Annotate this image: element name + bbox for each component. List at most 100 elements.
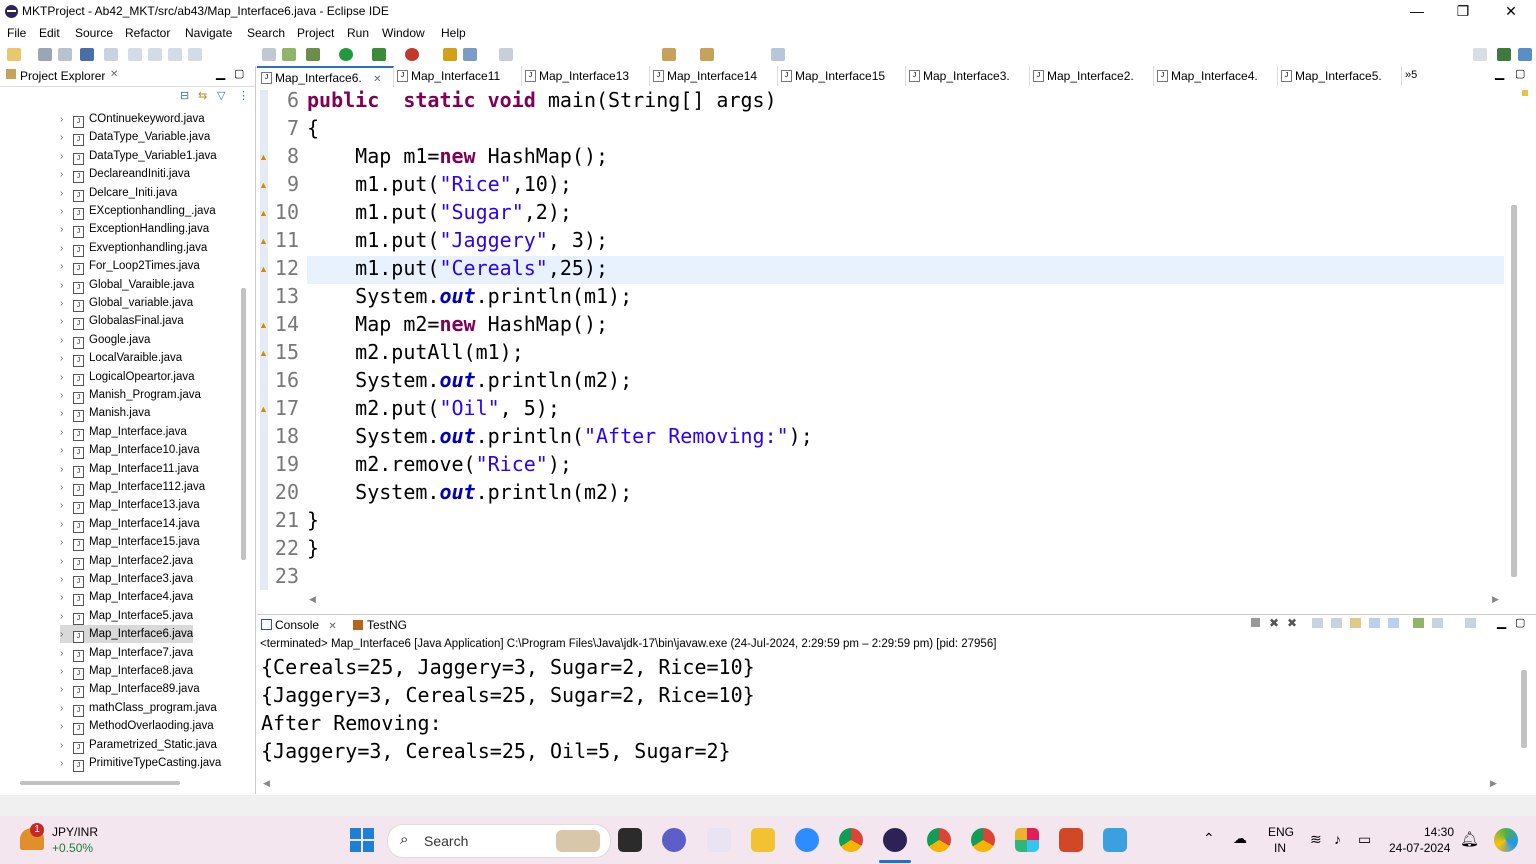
tree-item[interactable]: › J Map_Interface10.java: [60, 441, 200, 460]
chevron-right-icon[interactable]: ›: [60, 129, 70, 147]
minimize-console-icon[interactable]: ▁: [1497, 615, 1506, 629]
external-tools-icon[interactable]: [405, 48, 419, 61]
eclipse-icon[interactable]: [883, 828, 907, 852]
chevron-right-icon[interactable]: ›: [60, 166, 70, 184]
menu-help[interactable]: Help: [441, 26, 466, 40]
tree-item[interactable]: › J ExceptionHandling.java: [60, 220, 209, 239]
tree-item[interactable]: › J Map_Interface14.java: [60, 515, 200, 533]
menu-refactor[interactable]: Refactor: [125, 26, 170, 40]
tree-item[interactable]: › J Map_Interface13.java: [60, 496, 200, 515]
tree-item[interactable]: › J Manish_Program.java: [60, 386, 201, 404]
tree-item[interactable]: › J Map_Interface8.java: [60, 662, 193, 680]
chevron-right-icon[interactable]: ›: [60, 718, 70, 736]
powerpoint-icon[interactable]: [1059, 828, 1083, 852]
tree-item[interactable]: › J Google.java: [60, 331, 150, 349]
tab-map-interface14[interactable]: Map_Interface14: [649, 66, 778, 86]
warning-icon[interactable]: ▲: [259, 348, 268, 358]
minimize-button[interactable]: —: [1394, 0, 1440, 23]
open-type-icon[interactable]: [282, 48, 296, 61]
code-line[interactable]: m2.remove("Rice");: [307, 452, 572, 476]
clock-date[interactable]: 24-07-2024: [1389, 841, 1450, 855]
pin-icon[interactable]: [771, 48, 785, 61]
tree-item[interactable]: › J DeclareandIniti.java: [60, 165, 190, 184]
explorer-title[interactable]: Project Explorer: [20, 69, 105, 83]
warning-icon[interactable]: ▲: [259, 236, 268, 246]
maximize-console-icon[interactable]: ▢: [1515, 616, 1525, 629]
pin-console-icon[interactable]: [1413, 618, 1424, 628]
wifi-icon[interactable]: ≋: [1310, 831, 1322, 848]
chevron-right-icon[interactable]: ›: [60, 405, 70, 423]
copilot-icon[interactable]: [1494, 828, 1518, 852]
task-view-icon[interactable]: [618, 828, 642, 852]
file-explorer-icon[interactable]: [751, 828, 775, 852]
chevron-right-icon[interactable]: ›: [60, 258, 70, 276]
chevron-right-icon[interactable]: ›: [60, 203, 70, 221]
stock-name[interactable]: JPY/INR: [52, 825, 98, 839]
link-editor-icon[interactable]: ⇆: [198, 89, 207, 102]
windows-start-icon[interactable]: [350, 828, 374, 852]
tab-map-interface3[interactable]: Map_Interface3.: [905, 66, 1030, 86]
chevron-right-icon[interactable]: ›: [60, 148, 70, 166]
word-wrap-icon[interactable]: [1350, 618, 1361, 628]
tree-item[interactable]: › J Map_Interface11.java: [60, 460, 199, 478]
tab-map-interface5[interactable]: Map_Interface5.: [1277, 66, 1402, 86]
code-line[interactable]: m1.put("Rice",10);: [307, 172, 572, 196]
chevron-right-icon[interactable]: ›: [60, 681, 70, 699]
chevron-right-icon[interactable]: ›: [60, 589, 70, 607]
tree-item[interactable]: › J Map_Interface3.java: [60, 570, 193, 588]
chevron-right-icon[interactable]: ›: [60, 626, 70, 644]
chevron-right-icon[interactable]: ›: [60, 608, 70, 626]
chevron-right-icon[interactable]: ›: [60, 369, 70, 387]
chevron-up-icon[interactable]: ⌃: [1203, 830, 1215, 847]
tree-item[interactable]: › J COntinuekeyword.java: [60, 110, 205, 128]
tree-item[interactable]: › J EXceptionhandling_.java: [60, 202, 216, 220]
menu-navigate[interactable]: Navigate: [185, 26, 232, 40]
tabs-overflow[interactable]: »5: [1405, 69, 1417, 81]
suspend-icon[interactable]: [148, 48, 162, 61]
display-console-icon[interactable]: [1432, 618, 1443, 628]
warning-icon[interactable]: ▲: [259, 152, 268, 162]
code-line[interactable]: System.out.println(m2);: [307, 480, 632, 504]
scroll-right-icon[interactable]: ▶: [1490, 778, 1497, 789]
tree-item[interactable]: › J Map_Interface15.java: [60, 533, 200, 552]
tab-map-interface15[interactable]: Map_Interface15: [777, 66, 906, 86]
scroll-right-icon[interactable]: ▶: [1492, 594, 1499, 605]
chrome-profile2-icon[interactable]: [971, 828, 995, 852]
close-icon[interactable]: ✕: [110, 69, 118, 80]
chevron-right-icon[interactable]: ›: [60, 737, 70, 755]
menu-edit[interactable]: Edit: [39, 26, 60, 40]
code-line[interactable]: }: [307, 536, 319, 560]
chevron-right-icon[interactable]: ›: [60, 516, 70, 534]
taskbar-search-box[interactable]: ⌕ Search: [387, 824, 611, 858]
notification-bell-icon[interactable]: 🔔︎: [1460, 830, 1479, 848]
warning-icon[interactable]: ▲: [259, 404, 268, 414]
tree-item[interactable]: › J MethodOverlaoding.java: [60, 717, 214, 736]
code-line[interactable]: Map m2=new HashMap();: [307, 312, 608, 336]
new-class-icon[interactable]: [463, 48, 477, 61]
code-line[interactable]: {: [307, 116, 319, 140]
save-icon[interactable]: [38, 48, 52, 61]
clock-time[interactable]: 14:30: [1424, 825, 1454, 839]
coverage-icon[interactable]: [372, 48, 386, 61]
tab-map-interface13[interactable]: Map_Interface13: [521, 66, 650, 86]
teams-icon[interactable]: [662, 828, 686, 852]
filter-icon[interactable]: ▽: [217, 89, 225, 102]
code-line[interactable]: m1.put("Cereals",25);: [307, 256, 608, 280]
menu-source[interactable]: Source: [75, 26, 113, 40]
explorer-hscrollbar[interactable]: [20, 781, 180, 785]
chevron-right-icon[interactable]: ›: [60, 313, 70, 331]
tree-item[interactable]: › J Global_variable.java: [60, 294, 193, 312]
zoom-icon[interactable]: [795, 828, 819, 852]
editor-vscrollbar[interactable]: [1511, 205, 1517, 577]
chevron-right-icon[interactable]: ›: [60, 497, 70, 515]
forward-icon[interactable]: [700, 48, 714, 61]
tree-item[interactable]: › J Map_Interface2.java: [60, 552, 193, 570]
collapse-all-icon[interactable]: ⊟: [180, 89, 189, 102]
code-line[interactable]: m2.putAll(m1);: [307, 340, 524, 364]
remove-launch-icon[interactable]: ✖: [1269, 616, 1279, 630]
menu-window[interactable]: Window: [382, 26, 425, 40]
onedrive-icon[interactable]: ☁: [1233, 830, 1247, 847]
code-line[interactable]: m1.put("Jaggery", 3);: [307, 228, 608, 252]
tree-item[interactable]: › J LocalVaraible.java: [60, 349, 182, 368]
restore-button[interactable]: ❐: [1440, 0, 1486, 23]
